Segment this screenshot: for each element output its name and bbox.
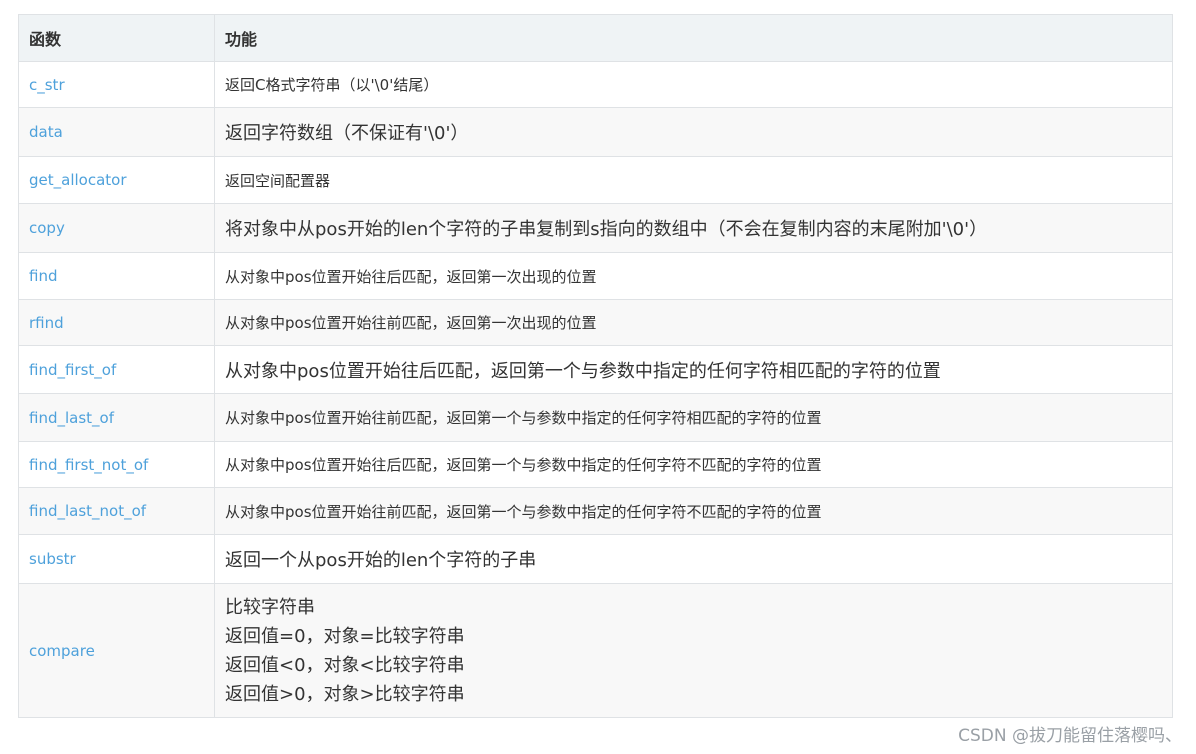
description-line: 返回字符数组（不保证有'\0'）	[225, 123, 469, 144]
table-row: find_last_not_of 从对象中pos位置开始往前匹配，返回第一个与参数…	[18, 487, 1173, 535]
table-row: find_first_of 从对象中pos位置开始往后匹配，返回第一个与参数中指定…	[18, 345, 1173, 394]
table-row: find 从对象中pos位置开始往后匹配，返回第一次出现的位置	[18, 252, 1173, 300]
function-name-cell: data	[18, 107, 215, 157]
function-name-cell: rfind	[18, 299, 215, 346]
description-line: 从对象中pos位置开始往前匹配，返回第一次出现的位置	[225, 314, 597, 332]
description-line: 返回空间配置器	[225, 171, 331, 190]
table-row: copy 将对象中从pos开始的len个字符的子串复制到s指向的数组中（不会在复制…	[18, 203, 1173, 253]
function-name-cell: find	[18, 252, 215, 300]
table-row: get_allocator 返回空间配置器	[18, 156, 1173, 204]
function-description-cell: 从对象中pos位置开始往前匹配，返回第一个与参数中指定的任何字符不匹配的字符的位…	[214, 487, 1173, 535]
table-body: c_str 返回C格式字符串（以'\0'结尾） data 返回字符数组（不保证有'\0…	[18, 61, 1173, 718]
function-description-cell: 从对象中pos位置开始往后匹配，返回第一次出现的位置	[214, 252, 1173, 300]
function-description-cell: 比较字符串返回值=0，对象=比较字符串 返回值<0，对象<比较字符串 返回值>0，对…	[214, 583, 1173, 718]
table-header-row: 函数 功能	[18, 14, 1173, 62]
description-line: 返回一个从pos开始的len个字符的子串	[225, 550, 537, 571]
function-description-cell: 将对象中从pos开始的len个字符的子串复制到s指向的数组中（不会在复制内容的末…	[214, 203, 1173, 253]
function-name-cell: get_allocator	[18, 156, 215, 204]
function-name-cell: find_first_not_of	[18, 441, 215, 488]
function-description-cell: 返回字符数组（不保证有'\0'）	[214, 107, 1173, 157]
table-row: find_last_of 从对象中pos位置开始往前匹配，返回第一个与参数中指定的…	[18, 393, 1173, 442]
column-header-description: 功能	[214, 14, 1173, 62]
function-description-cell: 返回空间配置器	[214, 156, 1173, 204]
table-row: substr 返回一个从pos开始的len个字符的子串	[18, 534, 1173, 584]
description-line: 返回值>0，对象>比较字符串	[225, 683, 465, 705]
function-table: 函数 功能 c_str 返回C格式字符串（以'\0'结尾） data 返回字符数组（不…	[18, 14, 1173, 718]
function-name-cell: find_last_not_of	[18, 487, 215, 535]
description-line: 从对象中pos位置开始往前匹配，返回第一个与参数中指定的任何字符不匹配的字符的位…	[225, 502, 822, 521]
table-row: rfind 从对象中pos位置开始往前匹配，返回第一次出现的位置	[18, 299, 1173, 346]
function-name-cell: copy	[18, 203, 215, 253]
description-line: 从对象中pos位置开始往后匹配，返回第一个与参数中指定的任何字符相匹配的字符的位…	[225, 360, 941, 382]
description-line: 返回值=0，对象=比较字符串	[225, 625, 465, 647]
function-description-cell: 从对象中pos位置开始往前匹配，返回第一次出现的位置	[214, 299, 1173, 346]
function-description-cell: 从对象中pos位置开始往后匹配，返回第一个与参数中指定的任何字符相匹配的字符的位…	[214, 345, 1173, 394]
watermark: CSDN @拔刀能留住落樱吗、	[958, 726, 1182, 746]
description-line: 从对象中pos位置开始往前匹配，返回第一个与参数中指定的任何字符相匹配的字符的位…	[225, 409, 822, 427]
function-name-cell: find_last_of	[18, 393, 215, 442]
function-description-cell: 返回C格式字符串（以'\0'结尾）	[214, 61, 1173, 108]
description-line: 从对象中pos位置开始往后匹配，返回第一次出现的位置	[225, 267, 597, 286]
function-name-cell: substr	[18, 534, 215, 584]
description-line: 返回值<0，对象<比较字符串	[225, 654, 465, 676]
description-line: 返回C格式字符串（以'\0'结尾）	[225, 76, 439, 94]
function-description-cell: 从对象中pos位置开始往后匹配，返回第一个与参数中指定的任何字符不匹配的字符的位…	[214, 441, 1173, 488]
function-name-cell: compare	[18, 583, 215, 718]
description-line: 比较字符串	[225, 596, 315, 618]
table-row: data 返回字符数组（不保证有'\0'）	[18, 107, 1173, 157]
description-line: 从对象中pos位置开始往后匹配，返回第一个与参数中指定的任何字符不匹配的字符的位…	[225, 456, 822, 474]
column-header-function: 函数	[18, 14, 215, 62]
function-name-cell: c_str	[18, 61, 215, 108]
table-row: c_str 返回C格式字符串（以'\0'结尾）	[18, 61, 1173, 108]
function-name-cell: find_first_of	[18, 345, 215, 394]
table-row: find_first_not_of 从对象中pos位置开始往后匹配，返回第一个与参…	[18, 441, 1173, 488]
function-description-cell: 返回一个从pos开始的len个字符的子串	[214, 534, 1173, 584]
table-row: compare 比较字符串 返回值=0，对象=比较字符串 返回值<0，对象<比较字符串…	[18, 583, 1173, 718]
description-line: 将对象中从pos开始的len个字符的子串复制到s指向的数组中（不会在复制内容的末…	[225, 219, 988, 240]
function-description-cell: 从对象中pos位置开始往前匹配，返回第一个与参数中指定的任何字符相匹配的字符的位…	[214, 393, 1173, 442]
